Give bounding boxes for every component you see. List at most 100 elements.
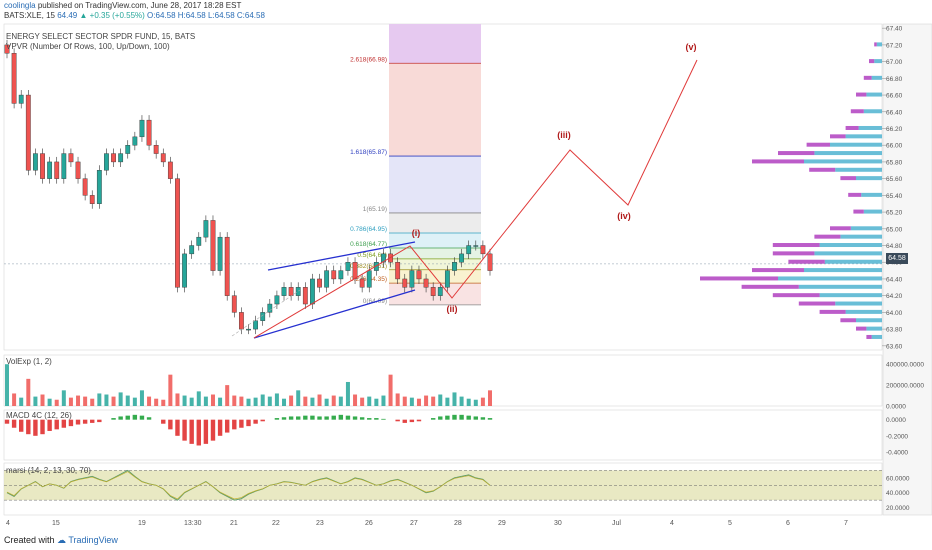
vpvr-up-bar (804, 159, 882, 164)
macd-bar (466, 415, 471, 420)
volume-bar (83, 396, 88, 406)
candle-body (331, 270, 337, 280)
volume-bar (147, 396, 152, 406)
vpvr-down-bar (772, 293, 820, 298)
volume-bar (225, 385, 230, 406)
candle-body (238, 312, 244, 330)
time-tick-label: 29 (498, 520, 506, 527)
time-tick-label: 15 (52, 520, 60, 527)
volume-bar (274, 393, 279, 406)
macd-bar (416, 419, 422, 422)
volume-bar (19, 397, 24, 406)
vpvr-down-bar (814, 234, 841, 239)
price-tick-label: 66.20 (886, 126, 903, 133)
macd-bar (274, 418, 280, 420)
vpvr-down-bar (772, 243, 820, 248)
publish-info: published on TradingView.com, June 28, 2… (37, 1, 242, 10)
fib-zone-top (389, 24, 481, 64)
rsi-tick-label: 20.0000 (886, 505, 910, 512)
volume-bar (189, 397, 194, 406)
macd-bar (430, 418, 436, 420)
candle-body (125, 145, 131, 154)
vpvr-up-bar (866, 326, 882, 331)
candle-body (104, 153, 109, 171)
volume-bar (111, 396, 116, 406)
time-tick-label: 23 (316, 520, 324, 527)
vpvr-up-bar (874, 59, 882, 64)
vpvr-down-bar (845, 125, 859, 130)
candle-body (359, 278, 365, 288)
vpvr-down-bar (752, 159, 804, 164)
vpvr-down-bar (830, 134, 846, 139)
volume-bar (402, 396, 407, 406)
macd-bar (367, 418, 372, 420)
vpvr-down-bar (856, 92, 867, 97)
price-change: +0.35 (+0.55%) (89, 11, 145, 20)
candle-body (18, 94, 24, 104)
macd-bar (146, 417, 152, 420)
volume-bar (310, 397, 315, 406)
volume-legend[interactable]: VolExp (1, 2) (6, 357, 52, 366)
volume-bar (395, 393, 400, 406)
wave-label: (i) (412, 228, 421, 238)
macd-bar (374, 418, 379, 420)
candle-body (437, 287, 443, 296)
vpvr-down-bar (819, 309, 846, 314)
vpvr-up-bar (861, 192, 882, 197)
price-tick-label: 63.80 (886, 327, 903, 334)
candle-body (82, 178, 88, 196)
candle-body (224, 236, 230, 296)
wave-label: (iv) (617, 211, 631, 221)
macd-bar (182, 419, 187, 441)
macd-bar (452, 414, 457, 420)
vpvr-up-bar (856, 318, 882, 323)
candle-body (68, 153, 74, 163)
vpvr-down-bar (788, 259, 825, 264)
tradingview-brand[interactable]: TradingView (68, 535, 118, 545)
candle-body (182, 253, 187, 288)
volume-bar (338, 396, 343, 406)
time-tick-label: 22 (272, 520, 280, 527)
vpvr-up-bar (876, 42, 882, 47)
macd-bar (33, 419, 38, 436)
candle-body (196, 236, 202, 246)
volume-bar (161, 399, 166, 406)
macd-bar (459, 414, 464, 420)
volume-bar (331, 395, 336, 406)
series-legend[interactable]: ENERGY SELECT SECTOR SPDR FUND, 15, BATS (6, 32, 195, 41)
vpvr-up-bar (804, 268, 882, 273)
rsi-legend[interactable]: marsi (14, 2, 13, 30, 70) (6, 466, 91, 475)
macd-bar (97, 419, 102, 423)
time-tick-label: 6 (786, 520, 790, 527)
fib-label: 1.618(65.87) (350, 149, 387, 156)
author-link[interactable]: coolingla (4, 1, 36, 10)
volume-bar (452, 392, 457, 406)
macd-bar (409, 419, 415, 423)
vpvr-legend[interactable]: VPVR (Number Of Rows, 100, Up/Down, 100) (6, 42, 170, 51)
footer: Created with ☁ TradingView (4, 535, 118, 546)
volume-bar (125, 395, 130, 406)
candle-body (430, 287, 436, 296)
vpvr-down-bar (752, 268, 804, 273)
volume-bar (33, 396, 38, 406)
vpvr-up-bar (835, 167, 882, 172)
volume-bar (424, 395, 429, 406)
vpvr-up-bar (798, 284, 882, 289)
vpvr-down-bar (850, 109, 864, 114)
macd-bar (196, 419, 201, 446)
time-tick-label: 5 (728, 520, 732, 527)
macd-bar (260, 419, 265, 422)
vpvr-down-bar (798, 301, 836, 306)
vpvr-down-bar (869, 59, 875, 64)
wave-label: (ii) (447, 304, 458, 314)
macd-legend[interactable]: MACD 4C (12, 26) (6, 411, 72, 420)
macd-bar (4, 419, 10, 424)
price-tick-label: 66.80 (886, 76, 903, 83)
volume-bar (246, 398, 251, 406)
macd-tick-label: -0.4000 (886, 449, 908, 456)
chart-canvas: 67.40 67.20 67.00 66.80 66.60 66.40 66.20 66.00… (3, 23, 932, 527)
volume-bar (438, 394, 443, 406)
candle-body (295, 287, 301, 296)
vpvr-up-bar (858, 125, 882, 130)
candle-body (111, 153, 116, 163)
